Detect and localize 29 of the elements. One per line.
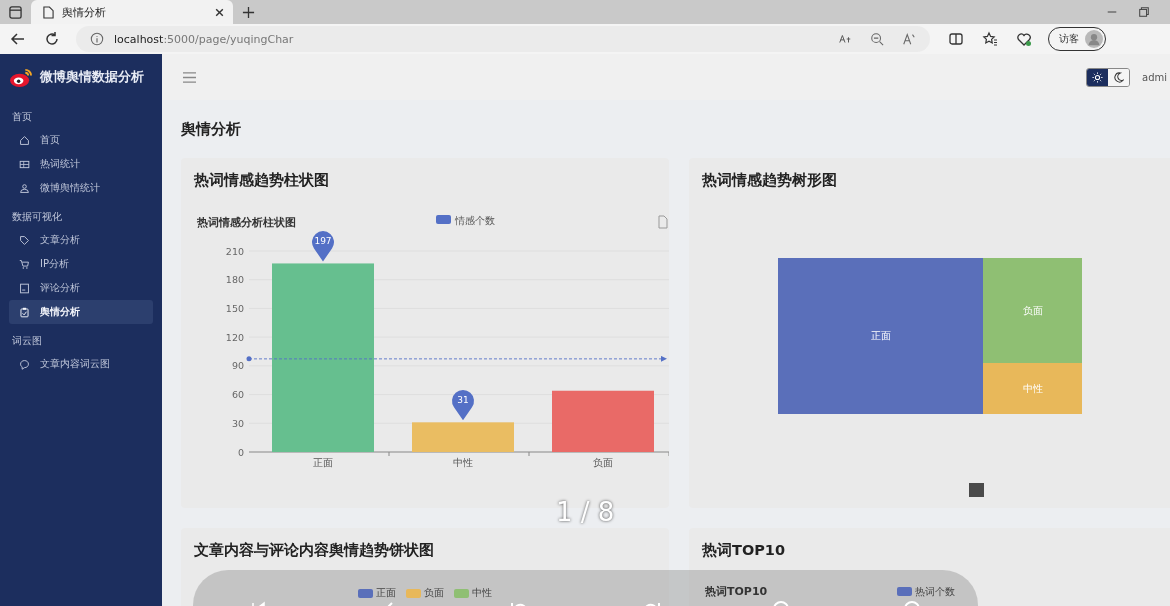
axis-tick-label: 210	[225, 245, 244, 257]
annotation: 31	[457, 395, 469, 406]
card-title: 热词情感趋势树形图	[701, 171, 838, 190]
section-label: 首页	[11, 110, 33, 124]
page-counter: 1 / 8	[556, 497, 615, 527]
axis-tick-label: 60	[231, 389, 244, 401]
axis-tick-label: 180	[225, 274, 244, 286]
brand-name: 微博舆情数据分析	[40, 68, 144, 86]
category-label: 负面	[593, 457, 613, 468]
chart-title: 热词TOP10	[705, 584, 768, 599]
axis-tick-label: 120	[225, 331, 244, 343]
chart-title: 热词情感分析柱状图	[197, 216, 296, 229]
value-pin: 31	[452, 390, 474, 421]
card-title: 文章内容与评论内容舆情趋势饼状图	[193, 541, 435, 560]
axis-tick-label: 30	[231, 417, 244, 429]
card-title: 热词TOP10	[701, 541, 787, 560]
section-label: 词云图	[11, 334, 43, 348]
page-title: 舆情分析	[181, 120, 242, 139]
annotation: 197	[314, 236, 332, 247]
axis-tick-label: 90	[231, 360, 244, 372]
section-label: 数据可视化	[11, 210, 63, 224]
category-label: 中性	[453, 457, 473, 468]
card-title: 热词情感趋势柱状图	[193, 171, 330, 190]
value-pin: 197	[312, 231, 334, 262]
axis-tick-label: 0	[237, 446, 244, 458]
url-text: localhost:5000/page/yuqingChar	[114, 32, 294, 46]
category-label: 正面	[313, 457, 333, 468]
tab-title: 舆情分析	[62, 4, 107, 20]
axis-tick-label: 150	[225, 302, 244, 314]
